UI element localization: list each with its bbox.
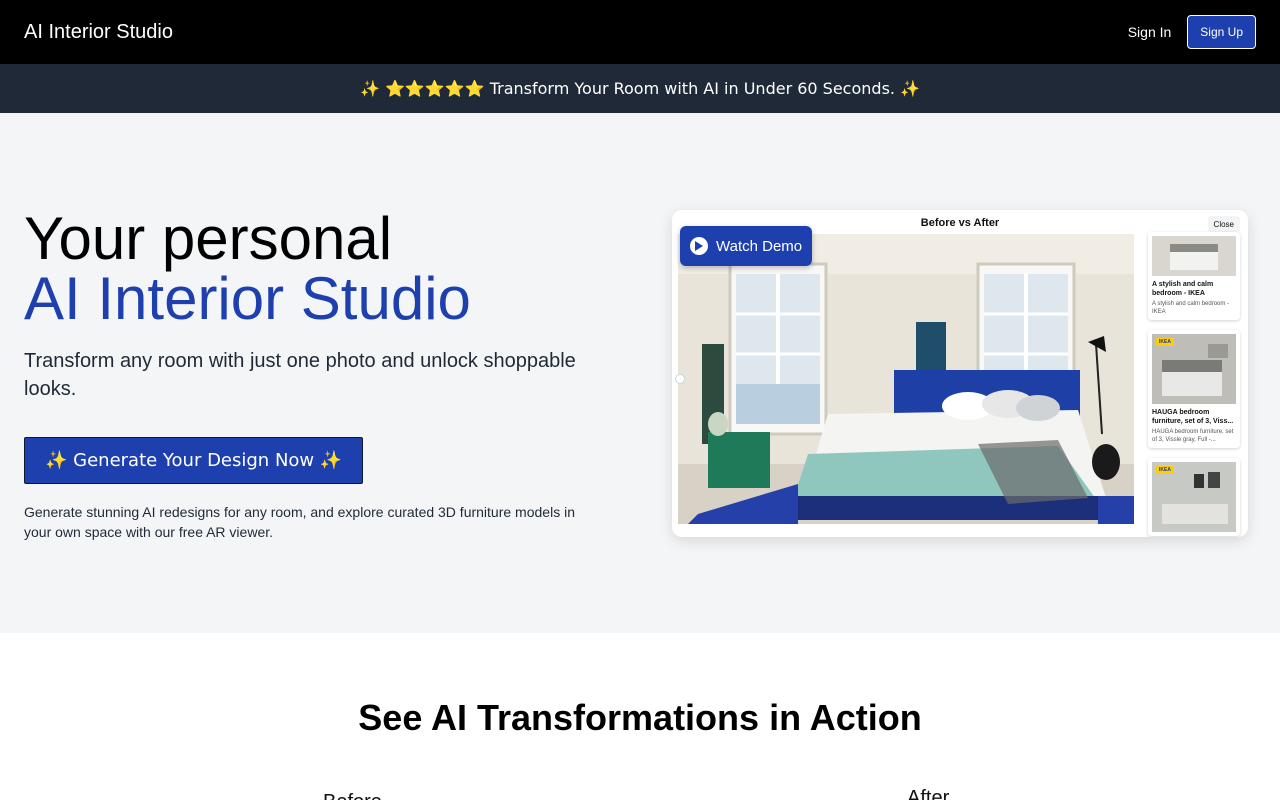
product-card[interactable]: IKEA — [1148, 458, 1240, 536]
before-label: Before — [323, 791, 382, 800]
section-title: See AI Transformations in Action — [358, 697, 922, 738]
sign-up-button[interactable]: Sign Up — [1187, 15, 1256, 49]
product-name: HAUGA bedroom furniture, set of 3, Viss.… — [1152, 409, 1234, 425]
nav-actions: Sign In Sign Up — [1128, 15, 1256, 49]
comparison-slider-handle[interactable] — [675, 374, 685, 384]
product-name: A stylish and calm bedroom - IKEA — [1152, 281, 1214, 297]
product-description: A stylish and calm bedroom - IKEA — [1152, 301, 1230, 315]
bedroom-image — [678, 234, 1134, 524]
before-after-demo[interactable]: Before vs After Close Watch Demo A styli… — [672, 210, 1248, 537]
watch-demo-label: Watch Demo — [716, 237, 803, 255]
shoppable-products-list: A stylish and calm bedroom - IKEA A styl… — [1148, 232, 1240, 537]
product-card[interactable]: IKEA HAUGA bedroom furniture, set of 3, … — [1148, 330, 1240, 448]
generate-design-button[interactable]: ✨ Generate Your Design Now ✨ — [24, 437, 364, 484]
ikea-tag: IKEA — [1156, 338, 1174, 346]
demo-title: Before vs After — [920, 217, 1000, 229]
hero-title: Your personal AI Interior Studio — [24, 209, 624, 329]
brand-logo-text[interactable]: AI Interior Studio — [24, 21, 173, 44]
hero-description: Generate stunning AI redesigns for any r… — [24, 504, 575, 540]
hero-title-line2: AI Interior Studio — [24, 265, 471, 332]
sign-in-link[interactable]: Sign In — [1128, 24, 1172, 40]
hero-section: Your personal AI Interior Studio Transfo… — [0, 113, 1280, 633]
hero-subtitle: Transform any room with just one photo a… — [24, 350, 576, 400]
hero-title-line1: Your personal — [24, 205, 393, 272]
transformations-section: See AI Transformations in Action Before … — [0, 633, 1280, 800]
product-thumbnail — [1152, 236, 1236, 276]
top-navbar: AI Interior Studio Sign In Sign Up — [0, 0, 1280, 64]
watch-demo-button[interactable]: Watch Demo — [680, 226, 813, 266]
promo-banner: ✨ ⭐⭐⭐⭐⭐ Transform Your Room with AI in U… — [0, 64, 1280, 113]
demo-close-button[interactable]: Close — [1207, 216, 1240, 233]
play-icon — [690, 237, 708, 255]
ikea-tag: IKEA — [1156, 466, 1174, 474]
hero-content: Your personal AI Interior Studio Transfo… — [24, 209, 624, 542]
product-card[interactable]: A stylish and calm bedroom - IKEA A styl… — [1148, 232, 1240, 320]
after-label: After — [907, 787, 950, 800]
product-description: HAUGA bedroom furniture, set of 3, Vissl… — [1152, 429, 1234, 443]
